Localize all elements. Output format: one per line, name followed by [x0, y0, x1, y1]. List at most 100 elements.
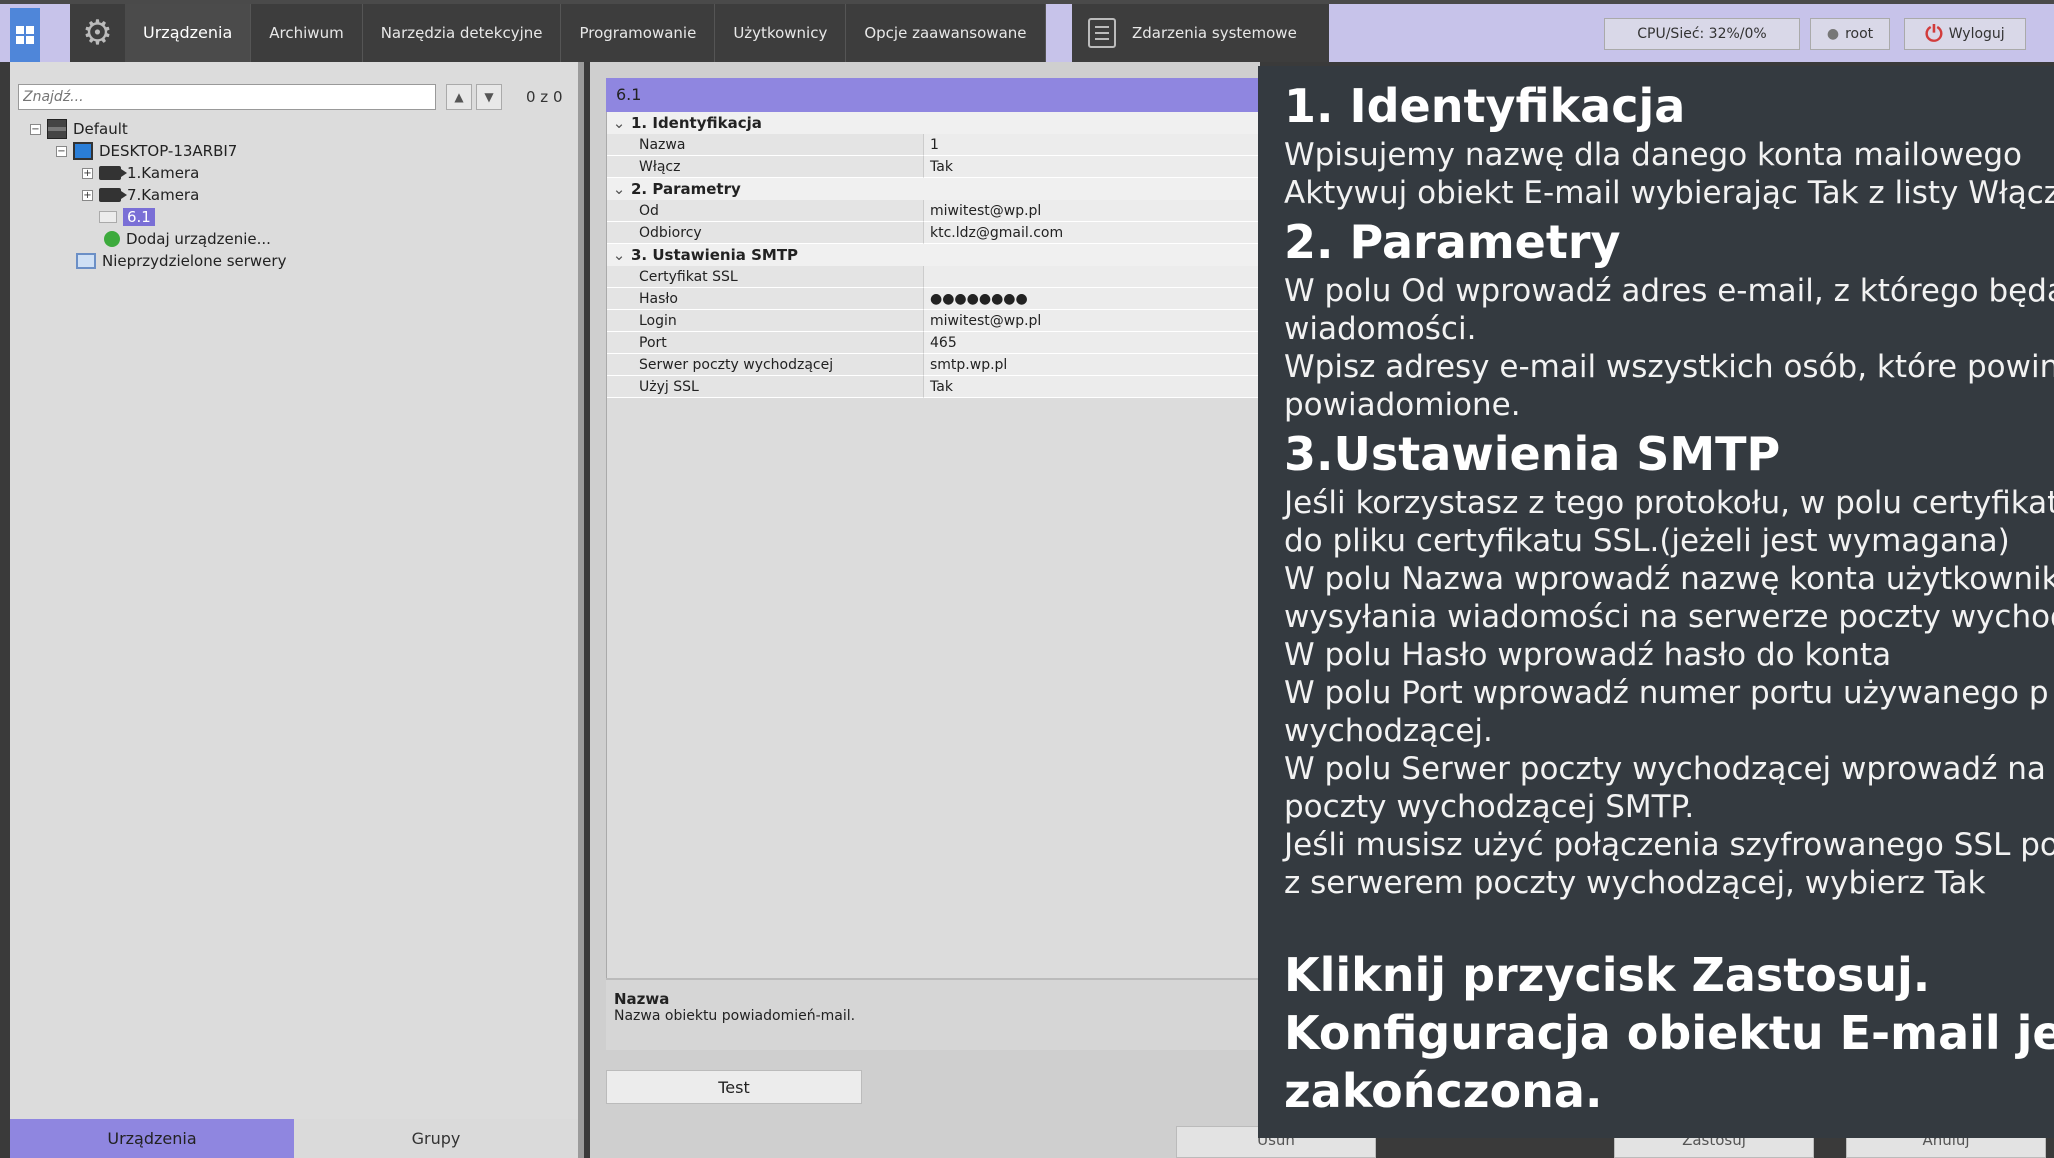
property-description: Nazwa Nazwa obiektu powiadomień-mail. — [606, 978, 1260, 1050]
tab-devices[interactable]: Urządzenia — [10, 1119, 294, 1158]
chevron-down-icon[interactable]: ⌄ — [607, 180, 631, 198]
user-icon: ● — [1826, 26, 1840, 42]
section-identyfikacja[interactable]: ⌄ 1. Identyfikacja — [607, 112, 1259, 134]
instruction-line: Jeśli korzystasz z tego protokołu, w pol… — [1284, 485, 2054, 521]
system-events-button[interactable]: Zdarzenia systemowe — [1072, 4, 1329, 62]
property-value[interactable]: ktc.ldz@gmail.com — [923, 222, 1259, 244]
tab-uzytkownicy[interactable]: Użytkownicy — [715, 4, 847, 62]
property-row[interactable]: Odbiorcy ktc.ldz@gmail.com — [607, 222, 1259, 244]
tab-programowanie[interactable]: Programowanie — [561, 4, 716, 62]
gear-icon[interactable]: ⚙ — [70, 4, 125, 62]
instruction-line: Wpisz adresy e-mail wszystkich osób, któ… — [1284, 349, 2054, 385]
tab-groups[interactable]: Grupy — [294, 1119, 578, 1158]
left-bottom-tabs: Urządzenia Grupy — [10, 1119, 578, 1158]
device-tree-panel: ▲ ▼ 0 z 0 − Default − DESKTOP-13ARBI7 + … — [10, 62, 584, 1158]
tab-archiwum[interactable]: Archiwum — [251, 4, 363, 62]
search-input[interactable] — [18, 84, 436, 110]
property-row[interactable]: Login miwitest@wp.pl — [607, 310, 1259, 332]
property-value[interactable]: Tak — [923, 376, 1259, 398]
final-instruction: Kliknij przycisk Zastosuj. — [1284, 948, 1931, 1002]
tree-item-default[interactable]: − Default — [30, 118, 128, 140]
heading-identyfikacja: 1. Identyfikacja — [1284, 79, 1686, 133]
property-key: Certyfikat SSL — [607, 266, 923, 288]
tree-item-label: 7.Kamera — [127, 186, 200, 204]
system-events-label: Zdarzenia systemowe — [1132, 24, 1297, 42]
instruction-line: W polu Port wprowadź numer portu używane… — [1284, 675, 2049, 711]
server-icon — [47, 119, 67, 139]
property-row[interactable]: Od miwitest@wp.pl — [607, 200, 1259, 222]
collapse-icon[interactable]: − — [56, 145, 67, 157]
cpu-status-label: CPU/Sieć: 32%/0% — [1637, 26, 1767, 42]
section-title: 2. Parametry — [631, 180, 741, 198]
property-row[interactable]: Port 465 — [607, 332, 1259, 354]
instruction-line: wysyłania wiadomości na serwerze poczty … — [1284, 599, 2054, 635]
property-value[interactable]: smtp.wp.pl — [923, 354, 1259, 376]
instruction-line: poczty wychodzącej SMTP. — [1284, 789, 1695, 825]
tree-item-camera-7[interactable]: + 7.Kamera — [82, 184, 199, 206]
description-text: Nazwa obiektu powiadomień-mail. — [614, 1008, 856, 1024]
instruction-line: wychodzącej. — [1284, 713, 1493, 749]
logout-button[interactable]: ⏻ Wyloguj — [1904, 18, 2026, 50]
heading-parametry: 2. Parametry — [1284, 215, 1621, 269]
property-value[interactable]: 465 — [923, 332, 1259, 354]
property-value[interactable]: ●●●●●●●● — [923, 288, 1259, 310]
tab-opcje-zaawansowane[interactable]: Opcje zaawansowane — [846, 4, 1046, 62]
user-button[interactable]: ● root — [1810, 18, 1890, 50]
tree-item-email-6-1[interactable]: 6.1 — [99, 206, 155, 228]
property-row[interactable]: Serwer poczty wychodzącej smtp.wp.pl — [607, 354, 1259, 376]
tree-item-desktop[interactable]: − DESKTOP-13ARBI7 — [56, 140, 237, 162]
expand-icon[interactable]: + — [82, 189, 93, 201]
search-counter: 0 z 0 — [526, 88, 563, 106]
logout-label: Wyloguj — [1948, 26, 2005, 42]
section-ustawienia-smtp[interactable]: ⌄ 3. Ustawienia SMTP — [607, 244, 1259, 266]
instruction-overlay: 1. Identyfikacja Wpisujemy nazwę dla dan… — [1258, 66, 2054, 1138]
property-value[interactable]: miwitest@wp.pl — [923, 200, 1259, 222]
top-bar: ⚙ Urządzenia Archiwum Narzędzia detekcyj… — [0, 0, 2054, 62]
property-value[interactable]: miwitest@wp.pl — [923, 310, 1259, 332]
property-key: Użyj SSL — [607, 376, 923, 398]
tree-item-camera-1[interactable]: + 1.Kamera — [82, 162, 199, 184]
tree-item-add-device[interactable]: Dodaj urządzenie... — [104, 228, 271, 250]
section-title: 3. Ustawienia SMTP — [631, 246, 799, 264]
tree-item-label: Default — [73, 120, 128, 138]
description-title: Nazwa — [614, 990, 670, 1008]
property-row[interactable]: Włącz Tak — [607, 156, 1259, 178]
tab-urzadzenia[interactable]: Urządzenia — [125, 4, 252, 62]
property-key: Włącz — [607, 156, 923, 178]
properties-panel: 6.1 ⌄ 1. Identyfikacja Nazwa 1 Włącz Tak… — [590, 62, 1260, 1158]
property-key: Hasło — [607, 288, 923, 310]
instruction-line: z serwerem poczty wychodzącej, wybierz T… — [1284, 865, 1986, 901]
tab-narzedzia-detekcyjne[interactable]: Narzędzia detekcyjne — [363, 4, 562, 62]
network-icon — [76, 253, 96, 269]
tree-item-unassigned-servers[interactable]: Nieprzydzielone serwery — [76, 250, 286, 272]
property-key: Login — [607, 310, 923, 332]
search-prev-button[interactable]: ▲ — [446, 84, 472, 110]
property-row[interactable]: Hasło ●●●●●●●● — [607, 288, 1259, 310]
log-icon — [1088, 18, 1116, 48]
chevron-down-icon[interactable]: ⌄ — [607, 114, 631, 132]
user-label: root — [1845, 26, 1874, 42]
property-row[interactable]: Certyfikat SSL — [607, 266, 1259, 288]
property-row[interactable]: Użyj SSL Tak — [607, 376, 1259, 398]
properties-header: 6.1 — [606, 78, 1260, 112]
expand-icon[interactable]: + — [82, 167, 93, 179]
property-row[interactable]: Nazwa 1 — [607, 134, 1259, 156]
property-value[interactable] — [923, 266, 1259, 288]
instruction-line: W polu Od wprowadź adres e-mail, z które… — [1284, 273, 2054, 309]
property-value[interactable]: Tak — [923, 156, 1259, 178]
tree-item-label: Dodaj urządzenie... — [126, 230, 271, 248]
final-instruction: Konfiguracja obiektu E-mail jest te — [1284, 1006, 2054, 1060]
section-parametry[interactable]: ⌄ 2. Parametry — [607, 178, 1259, 200]
tree-item-label: Nieprzydzielone serwery — [102, 252, 287, 270]
collapse-icon[interactable]: − — [30, 123, 41, 135]
search-next-button[interactable]: ▼ — [476, 84, 502, 110]
instruction-line: Jeśli musisz użyć połączenia szyfrowaneg… — [1284, 827, 2054, 863]
chevron-down-icon[interactable]: ⌄ — [607, 246, 631, 264]
main-tabs: Urządzenia Archiwum Narzędzia detekcyjne… — [125, 4, 1046, 62]
property-value[interactable]: 1 — [923, 134, 1259, 156]
instruction-line: W polu Hasło wprowadź hasło do konta — [1284, 637, 1892, 673]
power-icon: ⏻ — [1925, 21, 1943, 47]
heading-ustawienia-smtp: 3.Ustawienia SMTP — [1284, 427, 1781, 481]
test-button[interactable]: Test — [606, 1070, 862, 1104]
start-menu-button[interactable] — [10, 8, 40, 62]
